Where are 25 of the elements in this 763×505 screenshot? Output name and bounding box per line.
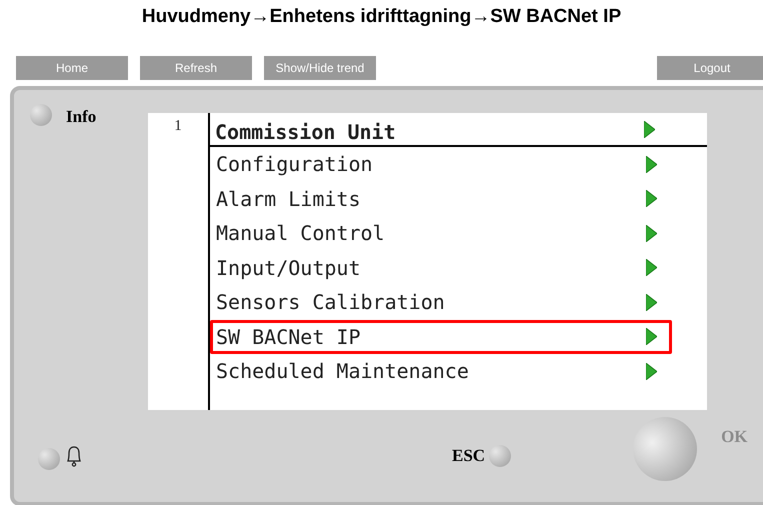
arrow-right-icon [646,190,657,208]
menu-item[interactable]: Scheduled Maintenance [210,354,672,388]
page-title: Huvudmeny→Enhetens idrifttagning→SW BACNet IP [140,5,622,29]
esc-button[interactable] [489,445,512,467]
menu-item[interactable]: SW BACNet IP [210,320,672,354]
menu-item[interactable]: Input/Output [210,250,672,285]
menu-item[interactable]: Sensors Calibration [210,285,672,320]
bell-icon [64,444,84,468]
esc-label: ESC [452,445,486,468]
arrow-right-icon [646,259,657,276]
menu-item[interactable]: Manual Control [210,216,672,250]
menu-item[interactable]: Configuration [210,147,672,182]
arrow-right-icon [644,120,655,138]
arrow-right-icon [646,362,657,380]
line-number: 1 [173,117,183,136]
arrow-right-icon [646,224,657,242]
menu-item[interactable]: Alarm Limits [210,182,672,216]
info-label: Info [66,106,96,128]
ok-label: OK [721,426,748,448]
info-led-button[interactable] [30,104,52,126]
arrow-right-icon [646,328,657,346]
menu-header: Commission Unit [214,119,396,145]
alarm-led-button[interactable] [38,448,60,470]
arrow-right-icon [646,294,657,311]
arrow-right-icon [646,156,657,173]
